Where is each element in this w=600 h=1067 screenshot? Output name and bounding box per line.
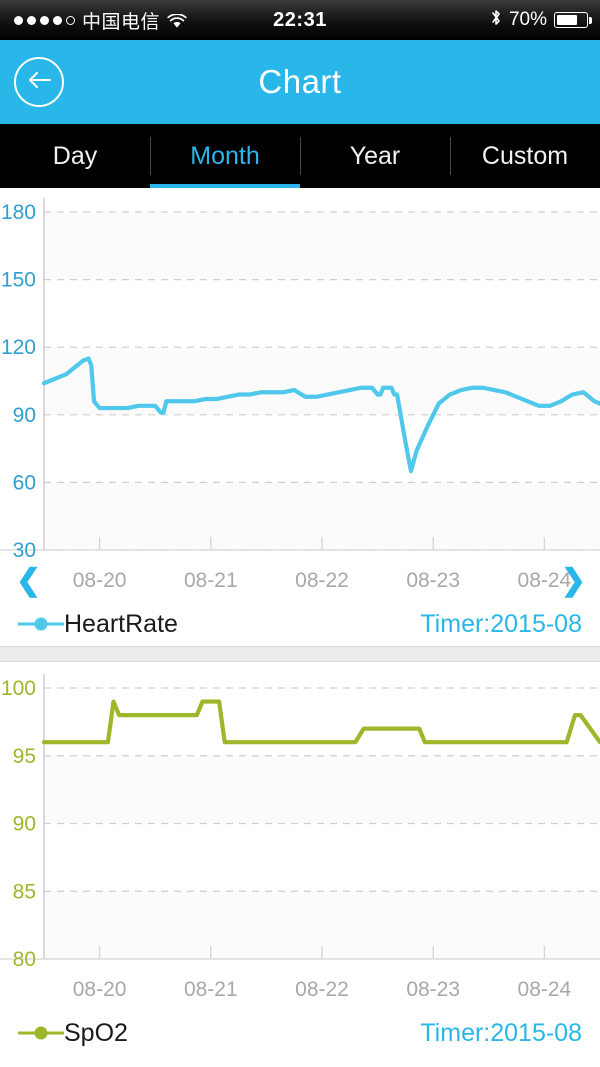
svg-text:100: 100 — [1, 677, 36, 700]
status-bar: 中国电信 22:31 70% — [0, 0, 600, 40]
back-button[interactable] — [14, 57, 64, 107]
spo2-plot: 80 85 90 95 100 — [0, 662, 600, 969]
svg-text:180: 180 — [1, 201, 36, 224]
x-axis-label: 08-22 — [295, 569, 349, 592]
spo2-x-axis: 08-20 08-21 08-22 08-23 08-24 — [0, 969, 600, 1011]
x-axis-label: 08-21 — [183, 569, 238, 592]
spo2-legend: SpO2 — [18, 1019, 128, 1048]
tab-label: Year — [349, 141, 401, 170]
svg-text:60: 60 — [13, 471, 36, 494]
svg-text:80: 80 — [13, 948, 36, 969]
heart-rate-x-axis: ❮ ❯ 08-20 08-21 08-22 08-23 08-24 — [0, 560, 600, 602]
heart-rate-timer-label: Timer:2015-08 — [420, 609, 582, 638]
tab-label: Month — [190, 141, 260, 170]
heart-rate-legend: HeartRate — [18, 610, 178, 639]
back-arrow-icon — [26, 70, 52, 95]
tab-year[interactable]: Year — [300, 124, 450, 188]
heart-rate-panel: 30 60 90 120 150 180 ❮ ❯ 08-20 08-21 08-22 08-23… — [0, 188, 600, 646]
period-tab-bar: Day Month Year Custom — [0, 124, 600, 188]
spo2-legend-label: SpO2 — [64, 1018, 128, 1047]
battery-icon — [554, 12, 592, 28]
panel-divider — [0, 646, 600, 662]
svg-text:120: 120 — [1, 336, 36, 359]
tab-month[interactable]: Month — [150, 124, 300, 188]
tab-label: Day — [52, 141, 98, 170]
page-title: Chart — [258, 63, 342, 100]
heart-rate-legend-label: HeartRate — [64, 609, 178, 638]
tab-label: Custom — [481, 141, 569, 170]
heart-rate-legend-marker-icon — [18, 617, 64, 631]
tab-custom[interactable]: Custom — [450, 124, 600, 188]
svg-text:90: 90 — [13, 813, 36, 836]
heart-rate-legend-row: HeartRate Timer:2015-08 — [0, 602, 600, 646]
svg-text:30: 30 — [13, 539, 36, 560]
prev-period-button[interactable]: ❮ — [16, 566, 41, 596]
x-axis-label: 08-24 — [517, 978, 572, 1001]
status-bar-clock: 22:31 — [273, 8, 327, 31]
spo2-legend-marker-icon — [18, 1026, 64, 1040]
navigation-bar: Chart — [0, 40, 600, 124]
svg-text:85: 85 — [13, 880, 36, 903]
svg-text:90: 90 — [13, 404, 36, 427]
spo2-timer-label: Timer:2015-08 — [420, 1018, 582, 1047]
x-axis-label: 08-21 — [183, 978, 238, 1001]
svg-text:95: 95 — [13, 745, 36, 768]
x-axis-label: 08-23 — [406, 569, 461, 592]
spo2-panel: 80 85 90 95 100 08-20 08-21 08-22 08-23 08-24 Sp… — [0, 662, 600, 1055]
spo2-legend-row: SpO2 Timer:2015-08 — [0, 1011, 600, 1055]
svg-text:150: 150 — [1, 269, 36, 292]
x-axis-label: 08-23 — [406, 978, 461, 1001]
x-axis-label: 08-24 — [517, 569, 572, 592]
heart-rate-plot: 30 60 90 120 150 180 — [0, 188, 600, 560]
x-axis-label: 08-22 — [295, 978, 349, 1001]
tab-day[interactable]: Day — [0, 124, 150, 188]
x-axis-label: 08-20 — [72, 569, 127, 592]
x-axis-label: 08-20 — [72, 978, 127, 1001]
